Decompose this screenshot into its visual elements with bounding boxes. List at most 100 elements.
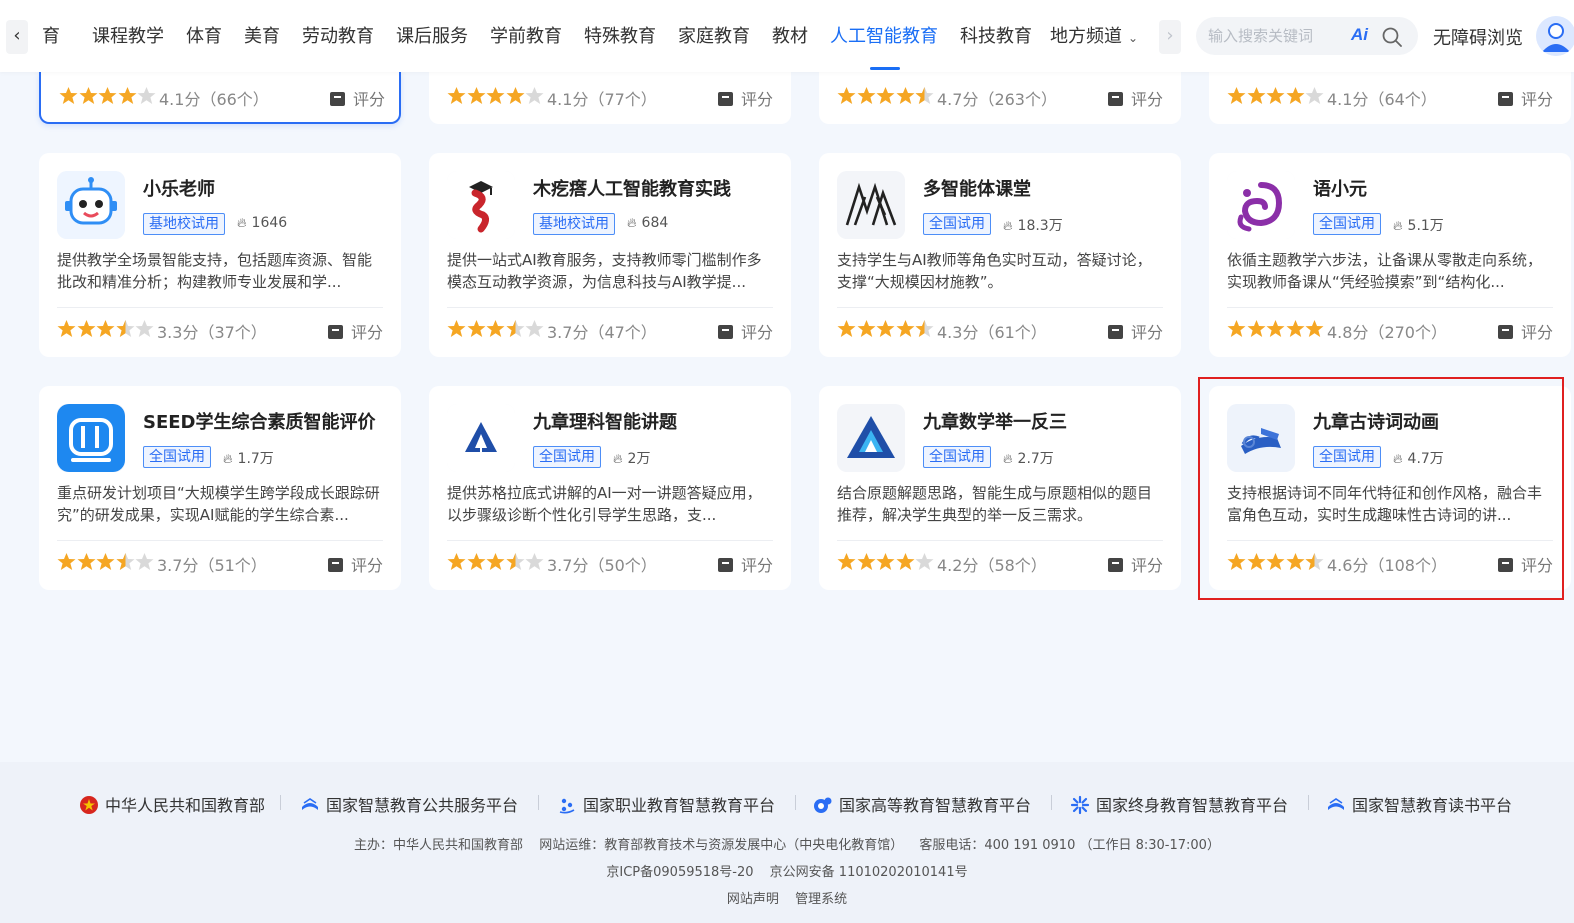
tab-arts[interactable]: 美育 — [244, 24, 280, 50]
popularity-value: 18.3万 — [1017, 218, 1063, 234]
star-full-icon — [1286, 87, 1304, 104]
rate-label: 评分 — [1130, 323, 1163, 342]
footer-link-lifelong[interactable]: 国家终身教育智慧教育平台 — [1070, 792, 1288, 816]
tab-pe[interactable]: 体育 — [186, 24, 222, 50]
tab-labor[interactable]: 劳动教育 — [302, 24, 374, 50]
star-full-icon — [857, 320, 875, 337]
footer-link-public[interactable]: 国家智慧教育公共服务平台 — [300, 792, 518, 816]
trial-badge: 全国试用 — [1313, 213, 1381, 235]
star-rating — [447, 86, 545, 108]
star-rating — [837, 86, 935, 108]
rate-button[interactable]: 评分 — [1497, 552, 1553, 576]
mugeda-logo — [447, 171, 515, 239]
rating-score: 4.3分（61个） — [937, 323, 1047, 342]
rate-button[interactable]: 评分 — [717, 319, 773, 343]
footer-admin-link[interactable]: 管理系统 — [795, 892, 847, 907]
app-card-3[interactable]: 多智能体课堂 全国试用 🔥︎ 18.3万 支持学生与AI教师等角色实时互动，答疑讨… — [819, 153, 1181, 357]
star-rating — [1227, 552, 1325, 574]
ai-search-icon[interactable]: Ai — [1351, 25, 1368, 45]
tab-family[interactable]: 家庭教育 — [678, 24, 750, 50]
star-empty-icon — [1305, 87, 1324, 104]
footer-link-higher[interactable]: 国家高等教育智慧教育平台 — [813, 792, 1031, 816]
star-empty-icon — [525, 553, 544, 570]
card-partial-2[interactable]: 4.1分（77个） 评分 — [429, 72, 791, 124]
tab-local[interactable]: 地方频道 ⌄ — [1050, 24, 1138, 51]
rate-button[interactable]: 评分 — [717, 552, 773, 576]
app-title: 语小元 — [1313, 179, 1367, 200]
footer-link-label: 国家智慧教育读书平台 — [1352, 796, 1513, 815]
avatar[interactable] — [1536, 16, 1574, 56]
rate-button[interactable]: 评分 — [327, 552, 383, 576]
tab-partial[interactable]: 育 — [42, 24, 60, 50]
tab-science[interactable]: 科技教育 — [960, 24, 1032, 50]
star-rating — [837, 552, 935, 574]
rate-button[interactable]: 评分 — [1107, 319, 1163, 343]
rating-row: 4.8分（270个） 评分 — [1227, 317, 1553, 343]
footer-statement-link[interactable]: 网站声明 — [727, 892, 779, 907]
app-card-5[interactable]: SEED学生综合素质智能评价 全国试用 🔥︎ 1.7万 重点研发计划项目“大规模学… — [39, 386, 401, 590]
tab-special[interactable]: 特殊教育 — [584, 24, 656, 50]
star-full-icon — [486, 320, 505, 337]
nav-scroll-right-button[interactable]: › — [1159, 20, 1181, 54]
card-partial-3[interactable]: 4.7分（263个） 评分 — [819, 72, 1181, 124]
higher-edu-logo-icon — [814, 797, 832, 813]
tab-textbooks[interactable]: 教材 — [772, 24, 808, 50]
divider — [1227, 540, 1553, 541]
app-card-1[interactable]: 小乐老师 基地校试用 🔥︎ 1646 提供教学全场景智能支持，包括题库资源、智能批… — [39, 153, 401, 357]
star-rating — [447, 319, 545, 341]
nav-scroll-left-button[interactable]: ‹ — [6, 20, 28, 54]
app-card-8[interactable]: 九章古诗词动画 全国试用 🔥︎ 4.7万 支持根据诗词不同年代特征和创作风格，融合… — [1209, 386, 1571, 590]
app-card-2[interactable]: 木疙瘩人工智能教育实践 基地校试用 🔥︎ 684 提供一站式AI教育服务，支持教师… — [429, 153, 791, 357]
star-empty-icon — [135, 553, 154, 570]
rate-label: 评分 — [350, 556, 383, 575]
app-card-4[interactable]: 语小元 全国试用 🔥︎ 5.1万 依循主题教学六步法，让备课从零散走向系统，实现教… — [1209, 153, 1571, 357]
rate-button[interactable]: 评分 — [1497, 319, 1553, 343]
star-full-icon — [896, 87, 914, 104]
rating-row: 4.2分（58个） 评分 — [837, 550, 1163, 576]
rate-button[interactable]: 评分 — [717, 86, 773, 110]
rating-row: 4.6分（108个） 评分 — [1227, 550, 1553, 576]
comment-icon — [717, 325, 733, 339]
rate-button[interactable]: 评分 — [1107, 86, 1163, 110]
footer-police-record[interactable]: 京公网安备 11010202010141号 — [770, 865, 968, 880]
popularity-count: 🔥︎ 2.7万 — [1003, 448, 1054, 468]
divider — [837, 540, 1163, 541]
app-logo — [1227, 171, 1295, 239]
app-card-7[interactable]: 九章数学举一反三 全国试用 🔥︎ 2.7万 结合原题解题思路，智能生成与原题相似的… — [819, 386, 1181, 590]
tab-curriculum[interactable]: 课程教学 — [92, 24, 164, 50]
rate-button[interactable]: 评分 — [329, 86, 385, 110]
accessibility-link[interactable]: 无障碍浏览 — [1433, 24, 1523, 50]
flame-icon: 🔥︎ — [223, 452, 233, 467]
star-full-icon — [77, 320, 95, 337]
rate-button[interactable]: 评分 — [1497, 86, 1553, 110]
app-logo — [447, 171, 515, 239]
star-full-icon — [857, 553, 875, 570]
star-half-icon — [915, 87, 934, 104]
footer-bottom-links: 网站声明 管理系统 — [0, 888, 1574, 907]
star-full-icon — [876, 553, 895, 570]
footer-icp[interactable]: 京ICP备09059518号-20 — [606, 865, 753, 880]
footer-link-reading[interactable]: 国家智慧教育读书平台 — [1326, 792, 1512, 816]
tab-ai-education[interactable]: 人工智能教育 — [830, 24, 938, 50]
star-empty-icon — [137, 87, 156, 104]
comment-icon — [329, 92, 345, 106]
card-partial-4[interactable]: 4.1分（64个） 评分 — [1209, 72, 1571, 124]
rate-button[interactable]: 评分 — [327, 319, 383, 343]
tab-preschool[interactable]: 学前教育 — [490, 24, 562, 50]
footer-link-label: 国家高等教育智慧教育平台 — [839, 796, 1032, 815]
comment-icon — [717, 558, 733, 572]
comment-icon — [1497, 92, 1513, 106]
app-title: 多智能体课堂 — [923, 179, 1031, 200]
popularity-count: 🔥︎ 4.7万 — [1393, 448, 1444, 468]
footer-link-moe[interactable]: 中华人民共和国教育部 — [79, 792, 265, 816]
card-partial-1[interactable]: 4.1分（66个） 评分 — [39, 72, 401, 124]
rating-score: 4.1分（77个） — [547, 90, 657, 109]
tab-after-school[interactable]: 课后服务 — [396, 24, 468, 50]
trial-badge: 全国试用 — [533, 446, 601, 468]
star-full-icon — [447, 87, 466, 104]
footer-link-vocational[interactable]: 国家职业教育智慧教育平台 — [557, 792, 775, 816]
search-input[interactable] — [1208, 26, 1338, 46]
rate-button[interactable]: 评分 — [1107, 552, 1163, 576]
app-card-6[interactable]: 九章理科智能讲题 全国试用 🔥︎ 2万 提供苏格拉底式讲解的AI一对一讲题答疑应用… — [429, 386, 791, 590]
search-icon[interactable] — [1381, 26, 1403, 48]
